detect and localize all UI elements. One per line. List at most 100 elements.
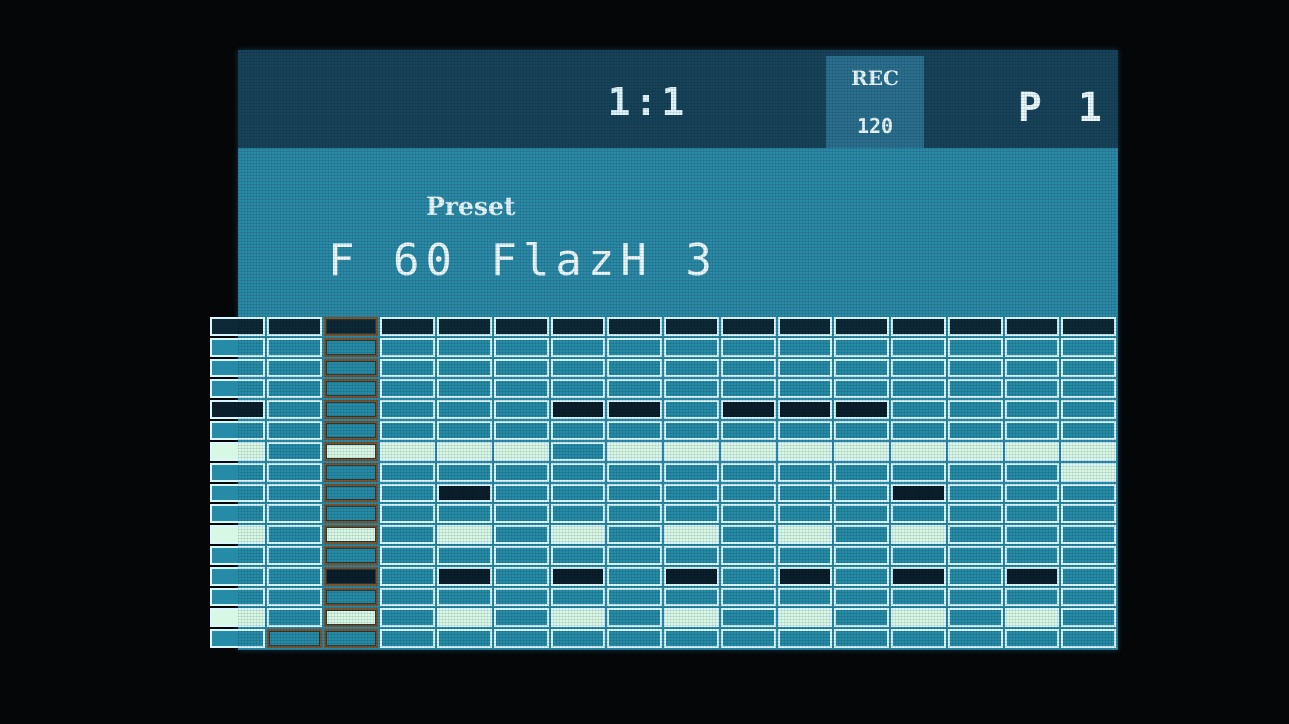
step-cell[interactable] xyxy=(323,504,379,524)
step-cell[interactable] xyxy=(607,441,662,461)
step-cell[interactable] xyxy=(1004,421,1060,440)
step-cell[interactable] xyxy=(720,545,776,565)
step-cell[interactable] xyxy=(493,629,549,648)
step-cell[interactable] xyxy=(493,379,549,399)
step-cell[interactable] xyxy=(1061,629,1116,648)
step-cell[interactable] xyxy=(1061,504,1116,524)
step-cell[interactable] xyxy=(834,317,889,336)
step-cell[interactable] xyxy=(947,317,1003,336)
step-cell[interactable] xyxy=(550,421,606,440)
step-cell[interactable] xyxy=(380,545,435,565)
step-cell[interactable] xyxy=(1004,337,1060,357)
step-cell[interactable] xyxy=(777,337,833,357)
step-cell[interactable] xyxy=(323,358,379,378)
step-cell[interactable] xyxy=(323,441,379,461)
step-cell[interactable] xyxy=(493,545,549,565)
step-cell[interactable] xyxy=(777,441,833,461)
step-cell[interactable] xyxy=(550,545,606,565)
step-cell[interactable] xyxy=(266,608,322,628)
step-cell[interactable] xyxy=(380,587,435,607)
step-cell[interactable] xyxy=(210,608,265,628)
step-cell[interactable] xyxy=(777,421,833,440)
step-cell[interactable] xyxy=(380,504,435,524)
step-cell[interactable] xyxy=(493,608,549,628)
step-cell[interactable] xyxy=(777,608,833,628)
step-cell[interactable] xyxy=(777,629,833,648)
step-cell[interactable] xyxy=(1004,483,1060,503)
step-cell[interactable] xyxy=(891,629,946,648)
step-cell[interactable] xyxy=(1004,608,1060,628)
step-cell[interactable] xyxy=(266,337,322,357)
step-cell[interactable] xyxy=(720,441,776,461)
step-cell[interactable] xyxy=(891,566,946,586)
step-cell[interactable] xyxy=(664,587,719,607)
step-cell[interactable] xyxy=(664,441,719,461)
step-cell[interactable] xyxy=(550,525,606,544)
step-cell[interactable] xyxy=(607,483,662,503)
step-cell[interactable] xyxy=(437,504,492,524)
step-cell[interactable] xyxy=(891,483,946,503)
step-cell[interactable] xyxy=(1004,317,1060,336)
step-cell[interactable] xyxy=(720,400,776,420)
step-cell[interactable] xyxy=(664,379,719,399)
step-cell[interactable] xyxy=(720,629,776,648)
step-cell[interactable] xyxy=(550,400,606,420)
step-cell[interactable] xyxy=(891,525,946,544)
step-cell[interactable] xyxy=(777,504,833,524)
step-cell[interactable] xyxy=(493,483,549,503)
step-cell[interactable] xyxy=(380,483,435,503)
step-cell[interactable] xyxy=(834,441,889,461)
step-cell[interactable] xyxy=(1004,545,1060,565)
step-cell[interactable] xyxy=(266,483,322,503)
step-cell[interactable] xyxy=(210,358,265,378)
step-cell[interactable] xyxy=(777,587,833,607)
step-cell[interactable] xyxy=(664,504,719,524)
step-cell[interactable] xyxy=(947,358,1003,378)
step-cell[interactable] xyxy=(437,462,492,482)
step-cell[interactable] xyxy=(664,566,719,586)
step-cell[interactable] xyxy=(777,483,833,503)
step-cell[interactable] xyxy=(834,337,889,357)
step-cell[interactable] xyxy=(266,317,322,336)
step-cell[interactable] xyxy=(720,462,776,482)
step-cell[interactable] xyxy=(210,483,265,503)
step-cell[interactable] xyxy=(947,421,1003,440)
step-cell[interactable] xyxy=(323,545,379,565)
step-cell[interactable] xyxy=(720,504,776,524)
step-cell[interactable] xyxy=(607,587,662,607)
step-cell[interactable] xyxy=(210,441,265,461)
step-cell[interactable] xyxy=(323,587,379,607)
step-cell[interactable] xyxy=(266,379,322,399)
step-cell[interactable] xyxy=(664,525,719,544)
step-cell[interactable] xyxy=(664,545,719,565)
step-cell[interactable] xyxy=(493,525,549,544)
step-cell[interactable] xyxy=(210,337,265,357)
step-cell[interactable] xyxy=(947,462,1003,482)
step-cell[interactable] xyxy=(1004,462,1060,482)
step-cell[interactable] xyxy=(834,483,889,503)
step-cell[interactable] xyxy=(777,462,833,482)
step-cell[interactable] xyxy=(266,587,322,607)
step-cell[interactable] xyxy=(1061,379,1116,399)
step-cell[interactable] xyxy=(493,587,549,607)
step-cell[interactable] xyxy=(720,483,776,503)
step-cell[interactable] xyxy=(210,379,265,399)
step-cell[interactable] xyxy=(834,608,889,628)
step-cell[interactable] xyxy=(380,566,435,586)
step-cell[interactable] xyxy=(834,400,889,420)
step-cell[interactable] xyxy=(1004,358,1060,378)
step-cell[interactable] xyxy=(720,421,776,440)
step-cell[interactable] xyxy=(493,504,549,524)
step-cell[interactable] xyxy=(210,587,265,607)
step-cell[interactable] xyxy=(437,545,492,565)
step-cell[interactable] xyxy=(664,608,719,628)
step-cell[interactable] xyxy=(323,525,379,544)
step-cell[interactable] xyxy=(380,525,435,544)
step-cell[interactable] xyxy=(777,317,833,336)
step-cell[interactable] xyxy=(323,629,379,648)
step-cell[interactable] xyxy=(323,608,379,628)
step-cell[interactable] xyxy=(210,504,265,524)
step-cell[interactable] xyxy=(947,566,1003,586)
step-cell[interactable] xyxy=(380,462,435,482)
step-cell[interactable] xyxy=(834,379,889,399)
